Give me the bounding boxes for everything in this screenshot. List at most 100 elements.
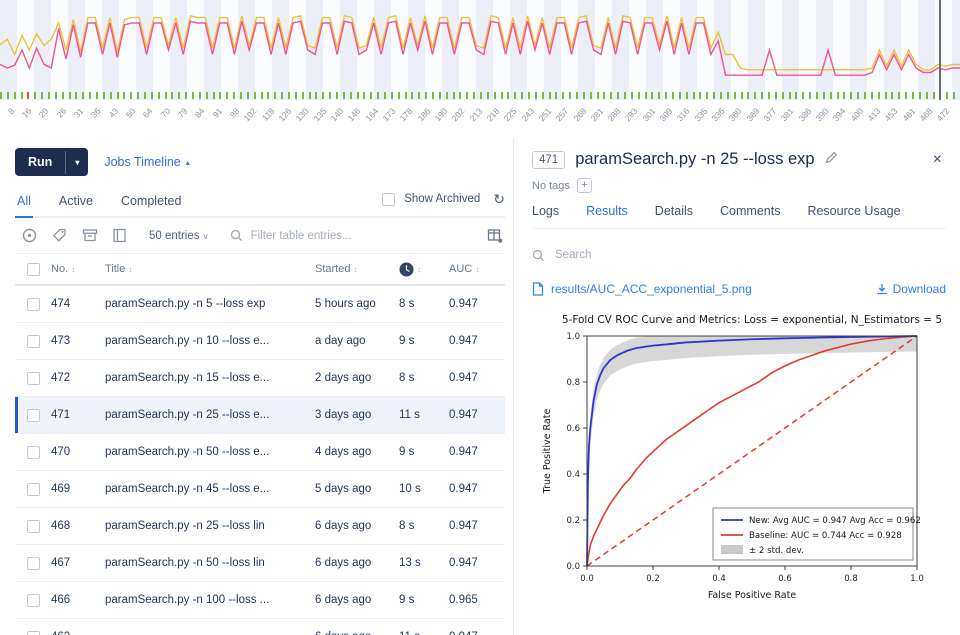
status-circle-icon[interactable] [21,227,38,244]
row-checkbox[interactable] [26,556,40,570]
download-button[interactable]: Download [876,282,946,296]
add-tag-button[interactable]: + [576,178,592,193]
pink-series [0,20,960,76]
run-button-label[interactable]: Run [15,148,65,176]
table-row[interactable]: 474 paramSearch.py -n 5 --loss exp 5 hou… [15,286,505,323]
tab-completed[interactable]: Completed [119,186,183,216]
table-row[interactable]: 472 paramSearch.py -n 15 --loss e... 2 d… [15,360,505,397]
archive-icon[interactable] [81,227,98,244]
select-all-checkbox[interactable] [26,262,40,276]
svg-text:± 2 std. dev.: ± 2 std. dev. [749,546,804,556]
column-header-duration[interactable]: ↕ [399,262,449,277]
timeline-x-label: 190 [432,106,450,124]
job-event-tick [322,92,325,99]
job-event-tick [20,92,23,99]
table-row[interactable]: 466 paramSearch.py -n 100 --loss ... 6 d… [15,582,505,619]
jobs-timeline-toggle[interactable]: Jobs Timeline ▴ [104,155,189,169]
job-event-tick [569,92,572,99]
table-row[interactable]: 473 paramSearch.py -n 10 --loss e... a d… [15,323,505,360]
row-started: 6 days ago [315,631,399,635]
timeline-x-label: 309 [657,106,675,124]
run-dropdown-caret-icon[interactable]: ▾ [65,150,88,174]
row-title: paramSearch.py -n 50 --loss e... [105,446,270,458]
svg-text:0.6: 0.6 [566,424,580,434]
row-checkbox[interactable] [26,371,40,385]
job-event-tick [898,92,901,99]
column-header-started[interactable]: Started ↕ [315,263,399,275]
entries-per-page-dropdown[interactable]: 50 entries ∨ [149,230,209,242]
row-no: 470 [51,446,71,458]
job-event-tick [61,92,64,99]
chevron-up-icon: ▴ [185,157,190,167]
column-header-auc[interactable]: AUC ↕ [449,263,505,275]
table-row[interactable]: 468 paramSearch.py -n 25 --loss lin 6 da… [15,508,505,545]
table-row[interactable]: 469 paramSearch.py -n 45 --loss e... 5 d… [15,471,505,508]
jobs-timeline-chart[interactable]: 8 16 20 26 31 36 43 50 64 70 79 84 91 98 102 118 126 130 1… [0,0,960,138]
row-auc: 0.947 [449,298,478,310]
job-event-tick [459,92,462,99]
timeline-x-label: 102 [241,106,259,124]
row-checkbox[interactable] [26,408,40,422]
row-checkbox[interactable] [26,334,40,348]
refresh-icon[interactable]: ↻ [493,191,505,208]
table-row[interactable]: 470 paramSearch.py -n 50 --loss e... 4 d… [15,434,505,471]
job-event-tick [82,92,85,99]
column-settings-icon[interactable] [486,227,503,244]
tags-row: No tags + [532,178,946,193]
row-checkbox[interactable] [26,445,40,459]
row-title: paramSearch.py -n 50 --loss lin [105,557,265,569]
results-search-input[interactable] [553,248,946,262]
tab-resource-usage[interactable]: Resource Usage [807,204,900,218]
timeline-x-label: 381 [778,106,796,124]
filter-table-input[interactable] [248,228,473,243]
row-title: paramSearch.py -n 100 --loss ... [105,594,270,606]
job-event-tick [843,92,846,99]
row-checkbox[interactable] [26,630,40,635]
row-checkbox[interactable] [26,482,40,496]
row-checkbox[interactable] [26,593,40,607]
row-duration: 8 s [399,298,415,310]
timeline-cursor[interactable] [939,0,941,100]
table-row[interactable]: 462 -- 6 days ago 11 s 0.947 [15,619,505,635]
jobs-filter-tabs: All Active Completed Show Archived ↻ [15,186,505,218]
timeline-x-label: 118 [259,106,277,123]
job-event-tick [48,92,50,99]
job-event-tick [493,92,496,99]
close-panel-icon[interactable]: × [929,151,946,169]
column-header-title[interactable]: Title ↕ [105,263,315,275]
job-event-tick [521,92,524,99]
timeline-x-label: 84 [192,106,207,120]
row-checkbox[interactable] [26,297,40,311]
run-button[interactable]: Run ▾ [15,148,89,176]
tab-comments[interactable]: Comments [720,204,780,218]
tab-logs[interactable]: Logs [532,204,559,218]
timeline-x-label: 243 [519,106,536,124]
job-event-tick [877,92,880,99]
result-file-link[interactable]: results/AUC_ACC_exponential_5.png [551,282,752,296]
row-duration: 9 s [399,446,415,458]
tab-results[interactable]: Results [586,204,628,218]
table-row[interactable]: 471 paramSearch.py -n 25 --loss e... 3 d… [15,397,505,434]
job-event-tick [329,92,332,99]
job-event-tick [822,92,825,99]
column-header-no[interactable]: No. ↕ [51,263,105,275]
edit-title-icon[interactable] [825,151,838,169]
tab-details[interactable]: Details [655,204,693,218]
job-event-tick [356,92,359,99]
table-row[interactable]: 467 paramSearch.py -n 50 --loss lin 6 da… [15,545,505,582]
tag-icon[interactable] [51,227,68,244]
tab-all[interactable]: All [15,186,33,216]
job-event-tick [480,92,482,99]
timeline-x-label: 186 [415,106,432,124]
row-auc: 0.947 [449,520,478,532]
job-event-tick [178,92,181,99]
file-icon [532,282,544,296]
row-checkbox[interactable] [26,519,40,533]
tab-active[interactable]: Active [57,186,95,216]
show-archived-checkbox[interactable] [382,192,396,206]
notebook-icon[interactable] [111,227,128,244]
timeline-plot-area[interactable] [0,0,960,100]
row-auc: 0.947 [449,446,478,458]
job-event-tick [336,92,338,99]
job-event-tick [884,92,887,99]
